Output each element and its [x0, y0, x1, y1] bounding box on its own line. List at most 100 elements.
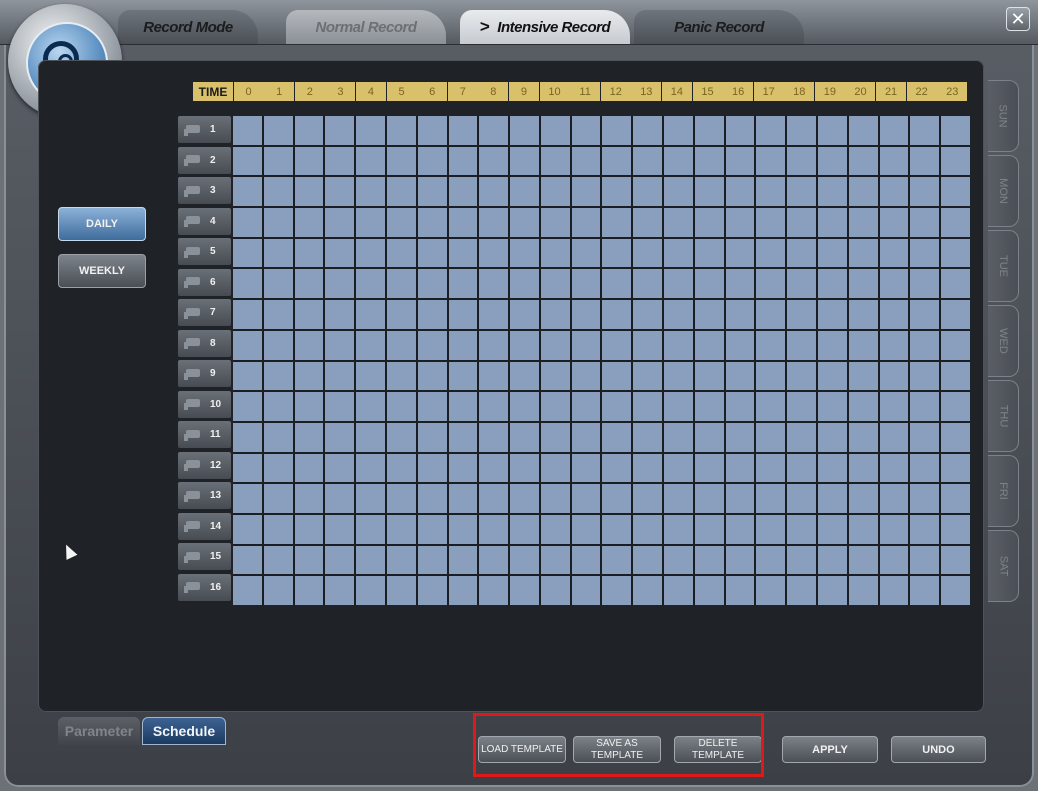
- schedule-cell[interactable]: [294, 545, 324, 575]
- schedule-cell[interactable]: [756, 177, 786, 207]
- schedule-cell[interactable]: [233, 545, 262, 575]
- schedule-cell[interactable]: [602, 146, 632, 176]
- schedule-cell[interactable]: [941, 208, 970, 237]
- schedule-cell[interactable]: [571, 392, 601, 421]
- schedule-cell[interactable]: [356, 116, 385, 145]
- schedule-cell[interactable]: [386, 361, 416, 391]
- schedule-cell[interactable]: [510, 300, 539, 329]
- schedule-cell[interactable]: [879, 422, 909, 452]
- camera-label[interactable]: 2: [178, 146, 231, 174]
- schedule-cell[interactable]: [941, 238, 970, 268]
- schedule-cell[interactable]: [664, 453, 693, 483]
- schedule-cell[interactable]: [725, 146, 755, 176]
- schedule-cell[interactable]: [325, 576, 355, 605]
- schedule-cell[interactable]: [356, 514, 385, 544]
- schedule-cell[interactable]: [510, 545, 539, 575]
- schedule-cell[interactable]: [602, 116, 632, 145]
- schedule-cell[interactable]: [818, 177, 847, 207]
- schedule-cell[interactable]: [787, 484, 817, 513]
- tab-schedule[interactable]: Schedule: [142, 717, 226, 745]
- schedule-cell[interactable]: [263, 484, 293, 513]
- schedule-cell[interactable]: [633, 300, 663, 329]
- schedule-cell[interactable]: [540, 208, 570, 237]
- schedule-cell[interactable]: [694, 576, 724, 605]
- schedule-cell[interactable]: [756, 208, 786, 237]
- schedule-cell[interactable]: [263, 545, 293, 575]
- schedule-cell[interactable]: [233, 330, 262, 360]
- schedule-cell[interactable]: [386, 300, 416, 329]
- schedule-cell[interactable]: [479, 484, 509, 513]
- schedule-cell[interactable]: [571, 146, 601, 176]
- schedule-cell[interactable]: [756, 300, 786, 329]
- schedule-cell[interactable]: [910, 116, 940, 145]
- schedule-cell[interactable]: [664, 545, 693, 575]
- schedule-cell[interactable]: [694, 238, 724, 268]
- schedule-cell[interactable]: [448, 208, 478, 237]
- schedule-cell[interactable]: [356, 238, 385, 268]
- schedule-cell[interactable]: [510, 146, 539, 176]
- schedule-cell[interactable]: [510, 484, 539, 513]
- tab-normal-record[interactable]: Normal Record: [286, 10, 446, 44]
- schedule-cell[interactable]: [325, 177, 355, 207]
- schedule-cell[interactable]: [417, 392, 447, 421]
- schedule-cell[interactable]: [602, 422, 632, 452]
- schedule-cell[interactable]: [879, 576, 909, 605]
- schedule-cell[interactable]: [941, 177, 970, 207]
- schedule-cell[interactable]: [941, 330, 970, 360]
- day-tab-mon[interactable]: MON: [988, 155, 1019, 227]
- schedule-cell[interactable]: [294, 238, 324, 268]
- schedule-cell[interactable]: [879, 269, 909, 299]
- schedule-cell[interactable]: [633, 514, 663, 544]
- schedule-cell[interactable]: [694, 361, 724, 391]
- schedule-cell[interactable]: [448, 300, 478, 329]
- schedule-cell[interactable]: [356, 392, 385, 421]
- schedule-cell[interactable]: [633, 576, 663, 605]
- schedule-cell[interactable]: [510, 116, 539, 145]
- schedule-cell[interactable]: [571, 484, 601, 513]
- weekly-button[interactable]: WEEKLY: [58, 254, 146, 288]
- schedule-cell[interactable]: [818, 146, 847, 176]
- schedule-cell[interactable]: [510, 361, 539, 391]
- schedule-cell[interactable]: [725, 269, 755, 299]
- schedule-cell[interactable]: [325, 422, 355, 452]
- day-tab-wed[interactable]: WED: [988, 305, 1019, 377]
- schedule-cell[interactable]: [910, 300, 940, 329]
- close-button[interactable]: ✕: [1006, 7, 1030, 31]
- camera-label[interactable]: 3: [178, 177, 231, 204]
- schedule-cell[interactable]: [448, 177, 478, 207]
- schedule-cell[interactable]: [602, 208, 632, 237]
- schedule-cell[interactable]: [787, 269, 817, 299]
- schedule-cell[interactable]: [386, 177, 416, 207]
- schedule-cell[interactable]: [448, 146, 478, 176]
- schedule-cell[interactable]: [571, 453, 601, 483]
- schedule-cell[interactable]: [818, 484, 847, 513]
- schedule-cell[interactable]: [540, 269, 570, 299]
- schedule-cell[interactable]: [848, 330, 878, 360]
- schedule-cell[interactable]: [879, 116, 909, 145]
- schedule-cell[interactable]: [633, 238, 663, 268]
- schedule-cell[interactable]: [818, 330, 847, 360]
- day-tab-thu[interactable]: THU: [988, 380, 1019, 452]
- schedule-cell[interactable]: [386, 514, 416, 544]
- schedule-cell[interactable]: [325, 300, 355, 329]
- schedule-cell[interactable]: [294, 300, 324, 329]
- schedule-cell[interactable]: [818, 514, 847, 544]
- schedule-cell[interactable]: [694, 514, 724, 544]
- schedule-cell[interactable]: [233, 514, 262, 544]
- camera-label[interactable]: 1: [178, 116, 231, 143]
- schedule-cell[interactable]: [294, 392, 324, 421]
- schedule-cell[interactable]: [510, 330, 539, 360]
- schedule-cell[interactable]: [294, 484, 324, 513]
- schedule-cell[interactable]: [233, 269, 262, 299]
- schedule-cell[interactable]: [664, 422, 693, 452]
- schedule-cell[interactable]: [325, 208, 355, 237]
- schedule-cell[interactable]: [633, 545, 663, 575]
- schedule-cell[interactable]: [479, 177, 509, 207]
- schedule-cell[interactable]: [910, 422, 940, 452]
- schedule-cell[interactable]: [233, 146, 262, 176]
- schedule-cell[interactable]: [540, 576, 570, 605]
- schedule-cell[interactable]: [602, 392, 632, 421]
- tab-panic-record[interactable]: Panic Record: [634, 10, 804, 44]
- schedule-cell[interactable]: [756, 576, 786, 605]
- schedule-cell[interactable]: [233, 238, 262, 268]
